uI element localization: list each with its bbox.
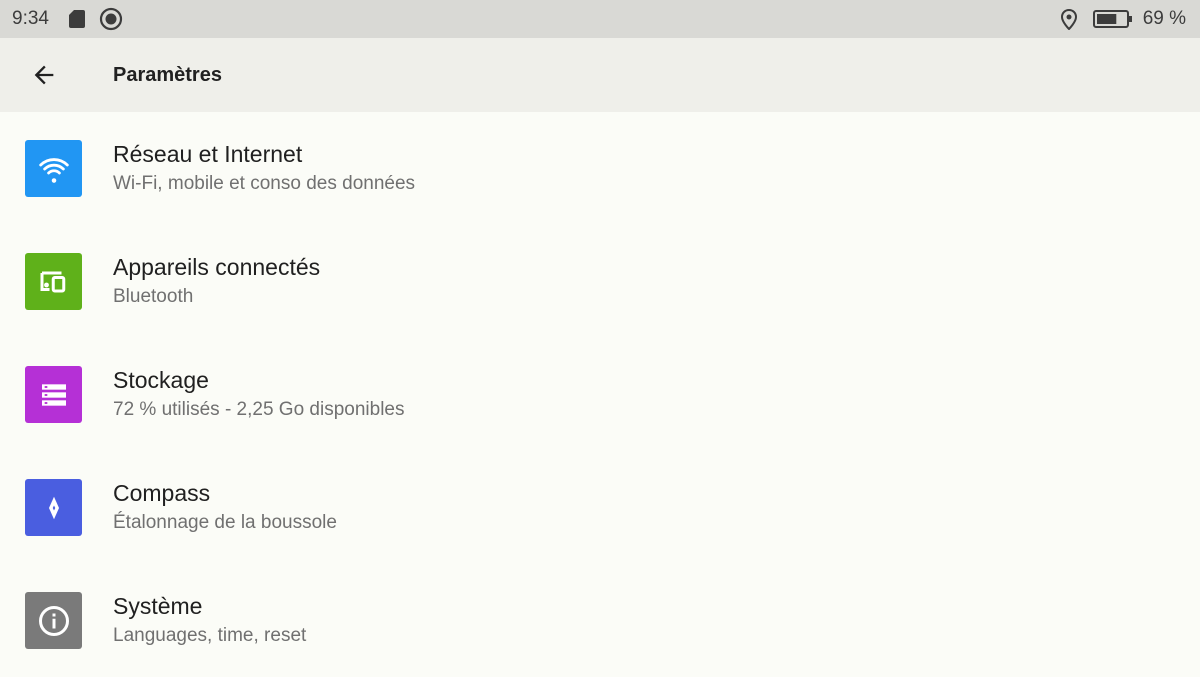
settings-item-title: Compass bbox=[113, 479, 211, 506]
devices-icon bbox=[25, 253, 82, 310]
settings-item-title: Système bbox=[113, 592, 203, 619]
settings-item-subtitle: Wi-Fi, mobile et conso des données bbox=[113, 172, 416, 194]
status-time: 9:34 bbox=[12, 8, 49, 29]
settings-item-compass[interactable]: Compass Étalonnage de la boussole bbox=[0, 451, 1200, 564]
settings-item-title: Réseau et Internet bbox=[113, 140, 303, 167]
location-icon bbox=[1060, 8, 1077, 30]
screen-record-icon bbox=[99, 7, 123, 31]
info-icon bbox=[25, 592, 82, 649]
settings-item-title: Stockage bbox=[113, 366, 209, 393]
settings-item-text: Compass Étalonnage de la boussole bbox=[113, 479, 337, 537]
settings-item-subtitle: Languages, time, reset bbox=[113, 624, 307, 646]
status-bar: 9:34 69 % bbox=[0, 0, 1200, 38]
app-toolbar: Paramètres bbox=[0, 38, 1200, 112]
status-bar-right: 69 % bbox=[1060, 8, 1186, 30]
storage-icon bbox=[25, 366, 82, 423]
settings-item-text: Système Languages, time, reset bbox=[113, 592, 306, 650]
settings-item-title: Appareils connectés bbox=[113, 253, 321, 280]
settings-item-text: Appareils connectés Bluetooth bbox=[113, 253, 320, 311]
settings-item-subtitle: Étalonnage de la boussole bbox=[113, 511, 337, 533]
wifi-icon bbox=[25, 140, 82, 197]
settings-list: Réseau et Internet Wi-Fi, mobile et cons… bbox=[0, 112, 1200, 677]
settings-item-devices[interactable]: Appareils connectés Bluetooth bbox=[0, 225, 1200, 338]
arrow-back-icon bbox=[34, 65, 54, 85]
settings-item-system[interactable]: Système Languages, time, reset bbox=[0, 564, 1200, 677]
compass-icon bbox=[25, 479, 82, 536]
settings-item-text: Stockage 72 % utilisés - 2,25 Go disponi… bbox=[113, 366, 405, 424]
battery-percent: 69 % bbox=[1142, 8, 1186, 29]
settings-item-subtitle: 72 % utilisés - 2,25 Go disponibles bbox=[113, 398, 405, 420]
settings-item-network[interactable]: Réseau et Internet Wi-Fi, mobile et cons… bbox=[0, 112, 1200, 225]
page-title: Paramètres bbox=[113, 63, 222, 86]
settings-item-subtitle: Bluetooth bbox=[113, 285, 194, 307]
battery-icon bbox=[1092, 9, 1133, 29]
sd-card-icon bbox=[68, 10, 85, 28]
back-button[interactable] bbox=[0, 38, 88, 112]
settings-item-text: Réseau et Internet Wi-Fi, mobile et cons… bbox=[113, 140, 415, 198]
settings-item-storage[interactable]: Stockage 72 % utilisés - 2,25 Go disponi… bbox=[0, 338, 1200, 451]
status-bar-left: 9:34 bbox=[12, 7, 123, 31]
